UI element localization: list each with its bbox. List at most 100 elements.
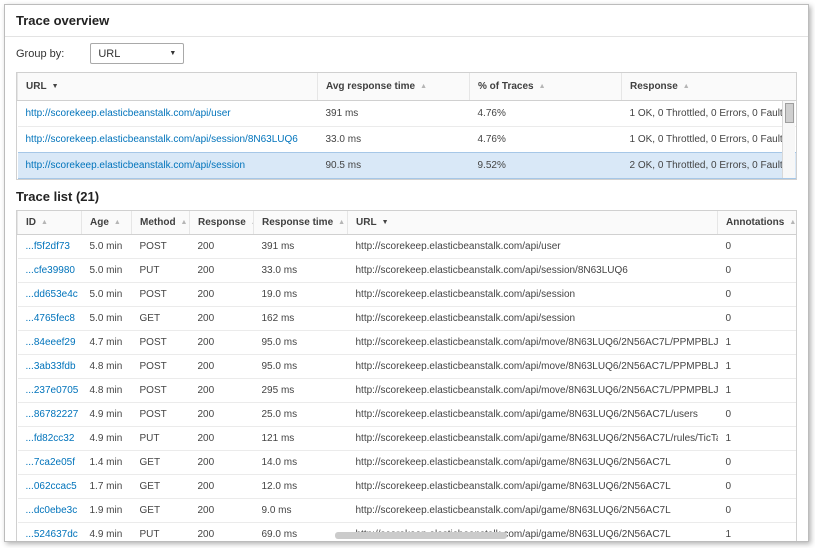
sort-icon: ▲: [41, 219, 48, 226]
overview-row[interactable]: http://scorekeep.elasticbeanstalk.com/ap…: [18, 127, 797, 153]
trace-response-code-cell: 200: [190, 235, 254, 259]
trace-id-cell: ...237e0705: [18, 379, 82, 403]
trace-age-cell: 4.9 min: [82, 427, 132, 451]
trace-method-cell: GET: [132, 475, 190, 499]
vertical-scrollbar[interactable]: [782, 101, 795, 178]
column-label: Response: [198, 217, 246, 228]
trace-row[interactable]: ...f5f2df73 5.0 min POST 200 391 ms http…: [18, 235, 797, 259]
column-header[interactable]: Age▲: [82, 211, 132, 235]
trace-response-code-cell: 200: [190, 451, 254, 475]
trace-annotations-cell: 0: [718, 475, 797, 499]
url-link[interactable]: http://scorekeep.elasticbeanstalk.com/ap…: [26, 134, 298, 145]
chevron-down-icon: ▼: [169, 50, 176, 57]
trace-method-cell: POST: [132, 331, 190, 355]
trace-method-cell: POST: [132, 355, 190, 379]
trace-id-cell: ...dc0ebe3c: [18, 499, 82, 523]
column-header[interactable]: URL▼: [18, 73, 318, 101]
trace-row[interactable]: ...cfe39980 5.0 min PUT 200 33.0 ms http…: [18, 259, 797, 283]
trace-age-cell: 1.7 min: [82, 475, 132, 499]
trace-list-title: Trace list (21): [16, 180, 797, 210]
trace-response-code-cell: 200: [190, 403, 254, 427]
trace-response-time-cell: 95.0 ms: [254, 355, 348, 379]
sort-icon: ▲: [420, 83, 427, 90]
trace-method-cell: GET: [132, 307, 190, 331]
column-header[interactable]: % of Traces▲: [470, 73, 622, 101]
trace-id-link[interactable]: ...4765fec8: [26, 313, 75, 324]
group-by-select[interactable]: URL ▼: [90, 43, 184, 64]
trace-response-code-cell: 200: [190, 499, 254, 523]
avg-response-time-cell: 33.0 ms: [318, 127, 470, 153]
response-summary-cell: 1 OK, 0 Throttled, 0 Errors, 0 Faults: [622, 127, 797, 153]
column-header[interactable]: Response▲: [622, 73, 797, 101]
column-label: Response: [630, 81, 678, 92]
trace-id-cell: ...cfe39980: [18, 259, 82, 283]
trace-method-cell: PUT: [132, 523, 190, 543]
trace-response-code-cell: 200: [190, 355, 254, 379]
trace-annotations-cell: 1: [718, 427, 797, 451]
trace-age-cell: 4.7 min: [82, 331, 132, 355]
sort-icon: ▲: [181, 219, 188, 226]
trace-id-link[interactable]: ...3ab33fdb: [26, 361, 76, 372]
trace-id-link[interactable]: ...86782227: [26, 409, 79, 420]
trace-row[interactable]: ...dd653e4c 5.0 min POST 200 19.0 ms htt…: [18, 283, 797, 307]
sort-icon: ▲: [789, 219, 796, 226]
trace-id-link[interactable]: ...f5f2df73: [26, 241, 70, 252]
trace-list-body: ...f5f2df73 5.0 min POST 200 391 ms http…: [18, 235, 797, 543]
trace-id-link[interactable]: ...cfe39980: [26, 265, 75, 276]
column-label: Annotations: [726, 217, 784, 228]
trace-response-time-cell: 19.0 ms: [254, 283, 348, 307]
url-cell: http://scorekeep.elasticbeanstalk.com/ap…: [18, 153, 318, 179]
trace-row[interactable]: ...237e0705 4.8 min POST 200 295 ms http…: [18, 379, 797, 403]
trace-age-cell: 5.0 min: [82, 259, 132, 283]
xray-trace-panel: Trace overview Group by: URL ▼ URL▼ Avg …: [4, 4, 809, 542]
trace-url-cell: http://scorekeep.elasticbeanstalk.com/ap…: [348, 235, 718, 259]
trace-row[interactable]: ...062ccac5 1.7 min GET 200 12.0 ms http…: [18, 475, 797, 499]
trace-method-cell: POST: [132, 235, 190, 259]
trace-id-link[interactable]: ...84eeef29: [26, 337, 76, 348]
trace-overview-table: URL▼ Avg response time▲ % of Traces▲ Res…: [16, 72, 797, 180]
horizontal-scrollbar-thumb[interactable]: [335, 532, 507, 539]
sort-icon: ▼: [382, 219, 389, 226]
column-header[interactable]: Response time ▲: [254, 211, 348, 235]
sort-icon: ▲: [338, 219, 345, 226]
trace-url-cell: http://scorekeep.elasticbeanstalk.com/ap…: [348, 451, 718, 475]
trace-row[interactable]: ...84eeef29 4.7 min POST 200 95.0 ms htt…: [18, 331, 797, 355]
trace-id-link[interactable]: ...dd653e4c: [26, 289, 78, 300]
pct-of-traces-cell: 4.76%: [470, 127, 622, 153]
overview-row[interactable]: http://scorekeep.elasticbeanstalk.com/ap…: [18, 101, 797, 127]
trace-id-link[interactable]: ...dc0ebe3c: [26, 505, 78, 516]
trace-response-time-cell: 295 ms: [254, 379, 348, 403]
url-link[interactable]: http://scorekeep.elasticbeanstalk.com/ap…: [26, 108, 231, 119]
scrollbar-thumb[interactable]: [785, 103, 794, 123]
trace-id-link[interactable]: ...237e0705: [26, 385, 79, 396]
trace-method-cell: PUT: [132, 259, 190, 283]
column-header[interactable]: Avg response time▲: [318, 73, 470, 101]
trace-url-cell: http://scorekeep.elasticbeanstalk.com/ap…: [348, 331, 718, 355]
url-link[interactable]: http://scorekeep.elasticbeanstalk.com/ap…: [26, 160, 246, 171]
trace-row[interactable]: ...dc0ebe3c 1.9 min GET 200 9.0 ms http:…: [18, 499, 797, 523]
column-header[interactable]: Method▲: [132, 211, 190, 235]
overview-row[interactable]: http://scorekeep.elasticbeanstalk.com/ap…: [18, 153, 797, 179]
trace-url-cell: http://scorekeep.elasticbeanstalk.com/ap…: [348, 355, 718, 379]
trace-id-link[interactable]: ...fd82cc32: [26, 433, 75, 444]
trace-id-link[interactable]: ...062ccac5: [26, 481, 77, 492]
trace-age-cell: 5.0 min: [82, 235, 132, 259]
pct-of-traces-cell: 9.52%: [470, 153, 622, 179]
trace-url-cell: http://scorekeep.elasticbeanstalk.com/ap…: [348, 403, 718, 427]
column-header[interactable]: ID ▲: [18, 211, 82, 235]
column-header[interactable]: URL▼: [348, 211, 718, 235]
trace-row[interactable]: ...fd82cc32 4.9 min PUT 200 121 ms http:…: [18, 427, 797, 451]
avg-response-time-cell: 90.5 ms: [318, 153, 470, 179]
trace-id-link[interactable]: ...7ca2e05f: [26, 457, 75, 468]
trace-row[interactable]: ...3ab33fdb 4.8 min POST 200 95.0 ms htt…: [18, 355, 797, 379]
trace-response-time-cell: 33.0 ms: [254, 259, 348, 283]
column-label: Response time: [262, 217, 333, 228]
trace-row[interactable]: ...7ca2e05f 1.4 min GET 200 14.0 ms http…: [18, 451, 797, 475]
trace-id-link[interactable]: ...524637dc: [26, 529, 78, 540]
column-header[interactable]: Annotations ▲: [718, 211, 797, 235]
trace-row[interactable]: ...4765fec8 5.0 min GET 200 162 ms http:…: [18, 307, 797, 331]
trace-row[interactable]: ...86782227 4.9 min POST 200 25.0 ms htt…: [18, 403, 797, 427]
column-label: ID: [26, 217, 36, 228]
column-header[interactable]: Response▲: [190, 211, 254, 235]
trace-method-cell: GET: [132, 451, 190, 475]
